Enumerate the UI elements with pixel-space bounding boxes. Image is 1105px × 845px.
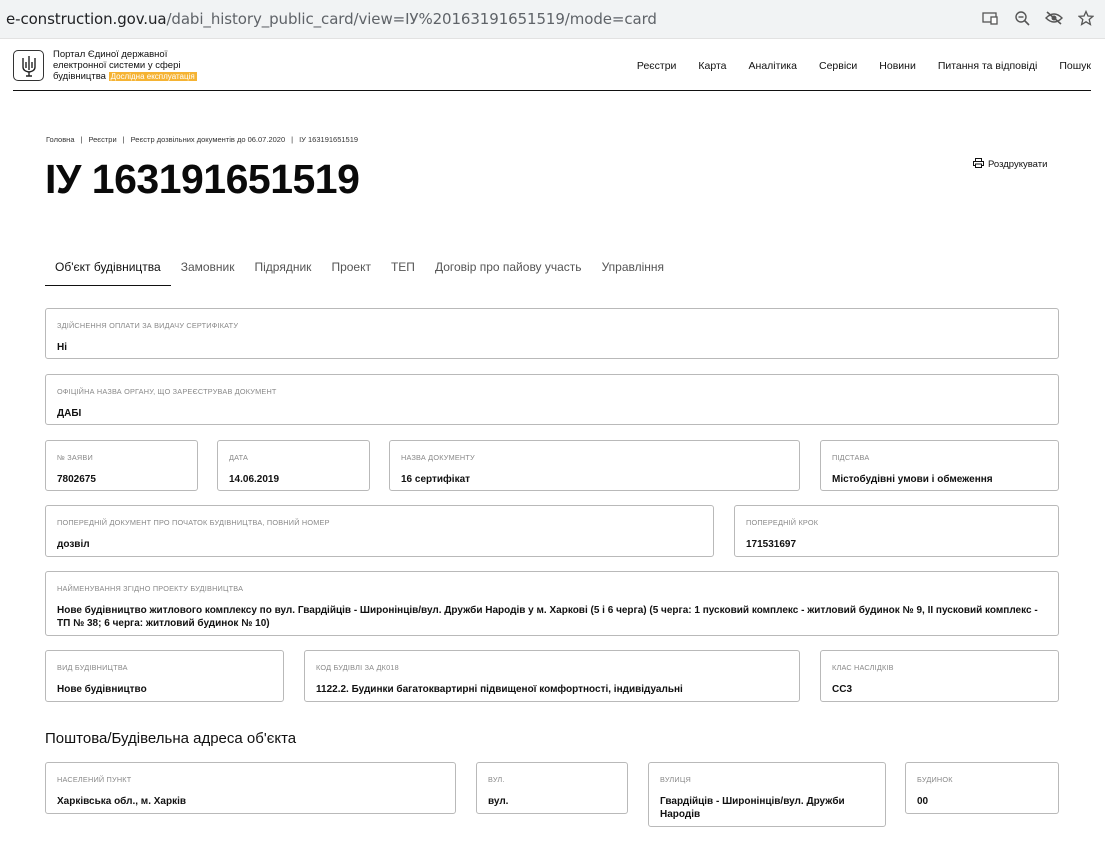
field-label: Здійснення оплати за видачу сертифікату [57,321,239,330]
field-label: Офіційна назва органу, що зареєстрував д… [57,387,277,396]
url-path: /dabi_history_public_card/view=ІУ%201631… [166,10,657,28]
field-value: Гвардійців - Широнінців/вул. Дружби Наро… [660,796,845,820]
field-label: Дата [229,453,249,462]
tab-customer[interactable]: Замовник [171,258,245,286]
field-label: Попередній крок [746,518,819,527]
nav-registries[interactable]: Реєстри [637,60,677,72]
date-field: Дата 14.06.2019 [217,440,370,491]
nav-faq[interactable]: Питання та відповіді [938,60,1038,72]
field-value: дозвіл [57,539,90,550]
breadcrumb-home[interactable]: Головна [46,135,75,144]
tab-bar: Об'єкт будівництва Замовник Підрядник Пр… [45,258,674,286]
cast-icon[interactable] [981,9,999,27]
field-value: Містобудівні умови і обмеження [832,474,993,485]
tab-contractor[interactable]: Підрядник [245,258,322,286]
field-value: Нове будівництво житлового комплексу по … [57,605,1038,629]
field-value: 7802675 [57,474,96,485]
construction-type-field: Вид будівництва Нове будівництво [45,650,284,702]
field-value: 14.06.2019 [229,474,280,485]
address-bar-actions [981,9,1095,27]
street-type-field: вул. вул. [476,762,628,814]
application-number-field: № заяви 7802675 [45,440,198,491]
tab-project[interactable]: Проект [321,258,381,286]
tab-construction-object[interactable]: Об'єкт будівництва [45,258,171,286]
street-field: Вулиця Гвардійців - Широнінців/вул. Друж… [648,762,886,827]
field-label: Найменування згідно проекту будівництва [57,584,244,593]
breadcrumb-current: ІУ 163191651519 [299,135,359,144]
building-number-field: Будинок 00 [905,762,1059,814]
previous-document-field: Попередній документ про початок будівниц… [45,505,714,557]
project-name-field: Найменування згідно проекту будівництва … [45,571,1059,636]
zoom-icon[interactable] [1013,9,1031,27]
site-header: Портал Єдиної державної електронної сист… [13,39,1091,91]
field-label: вул. [488,775,505,784]
portal-name-line2: електронної системи у сфері [53,60,181,71]
field-value: 171531697 [746,539,797,550]
document-name-field: Назва документу 16 сертифікат [389,440,800,491]
authority-field: Офіційна назва органу, що зареєстрував д… [45,374,1059,425]
breadcrumb: Головна | Реєстри | Реєстр дозвільних доку… [46,135,358,144]
basis-field: Підстава Містобудівні умови і обмеження [820,440,1059,491]
print-button[interactable]: Роздрукувати [973,158,1047,171]
field-value: 1122.2. Будинки багатоквартирні підвищен… [316,684,683,695]
main-nav: Реєстри Карта Аналітика Сервіси Новини П… [637,60,1091,72]
field-value: ДАБІ [57,408,82,419]
building-code-field: Код будівлі за ДК018 1122.2. Будинки баг… [304,650,800,702]
tab-management[interactable]: Управління [592,258,674,286]
nav-analytics[interactable]: Аналітика [749,60,797,72]
field-label: Підстава [832,453,870,462]
url-host: e-construction.gov.ua [6,10,167,28]
eye-off-icon[interactable] [1045,9,1063,27]
url-text[interactable]: e-construction.gov.ua/dabi_history_publi… [6,10,657,28]
breadcrumb-separator: | [122,135,125,144]
portal-name[interactable]: Портал Єдиної державної електронної сист… [53,49,243,82]
print-label: Роздрукувати [988,159,1048,170]
portal-name-line1: Портал Єдиної державної [53,49,168,60]
address-section-title: Поштова/Будівельна адреса об'єкта [45,730,297,747]
field-value: 16 сертифікат [401,474,471,485]
page-title: ІУ 163191651519 [45,156,360,202]
breadcrumb-separator: | [80,135,83,144]
nav-news[interactable]: Новини [879,60,916,72]
field-value: Нове будівництво [57,684,147,695]
settlement-field: Населений пункт Харківська обл., м. Харк… [45,762,456,814]
consequence-class-field: Клас наслідків СС3 [820,650,1059,702]
field-value: Харківська обл., м. Харків [57,796,187,807]
field-label: Вид будівництва [57,663,128,672]
browser-address-bar[interactable]: e-construction.gov.ua/dabi_history_publi… [0,0,1105,39]
field-value: вул. [488,796,509,807]
breadcrumb-registries[interactable]: Реєстри [88,135,116,144]
field-label: № заяви [57,453,93,462]
payment-field: Здійснення оплати за видачу сертифікату … [45,308,1059,359]
nav-map[interactable]: Карта [698,60,726,72]
field-label: Код будівлі за ДК018 [316,663,399,672]
tab-tep[interactable]: ТЕП [381,258,425,286]
tab-equity-agreement[interactable]: Договір про пайову участь [425,258,592,286]
field-label: Населений пункт [57,775,132,784]
star-icon[interactable] [1077,9,1095,27]
nav-search[interactable]: Пошук [1059,60,1091,72]
printer-icon [973,158,984,171]
field-value: 00 [917,796,929,807]
portal-name-line3: будівництва [53,71,106,82]
field-label: Будинок [917,775,953,784]
field-label: Вулиця [660,775,691,784]
beta-badge: Дослідна експлуатація [108,72,197,81]
field-label: Попередній документ про початок будівниц… [57,518,330,527]
field-value: СС3 [832,684,853,695]
field-label: Клас наслідків [832,663,894,672]
previous-step-field: Попередній крок 171531697 [734,505,1059,557]
breadcrumb-separator: | [291,135,294,144]
nav-services[interactable]: Сервіси [819,60,857,72]
field-value: Ні [57,342,67,353]
breadcrumb-registry[interactable]: Реєстр дозвільних документів до 06.07.20… [131,135,286,144]
trident-logo-icon[interactable] [13,50,44,81]
field-label: Назва документу [401,453,475,462]
